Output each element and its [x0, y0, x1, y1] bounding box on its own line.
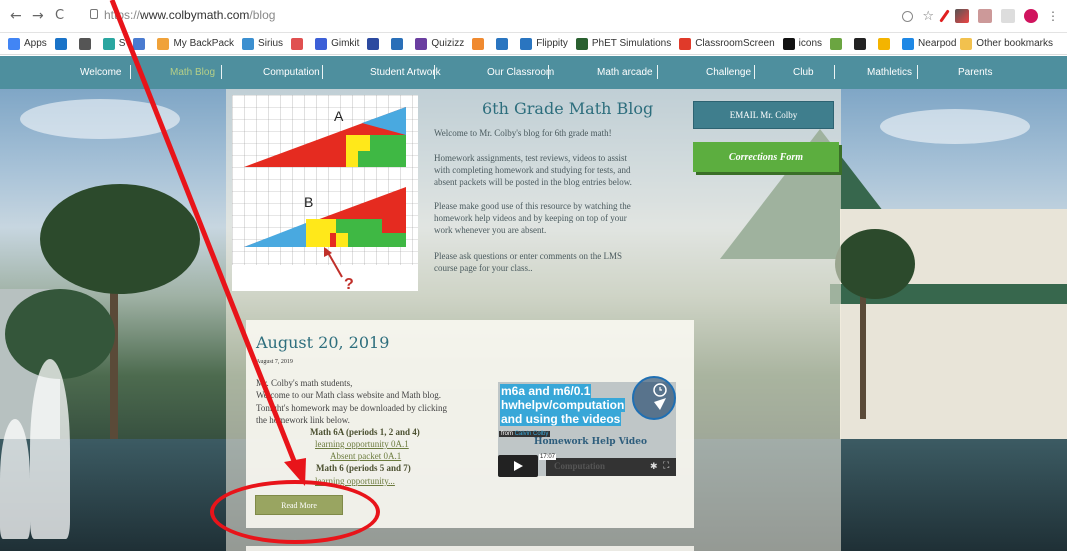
annotation-arrow [109, 0, 306, 486]
annotation-circle [210, 480, 380, 544]
